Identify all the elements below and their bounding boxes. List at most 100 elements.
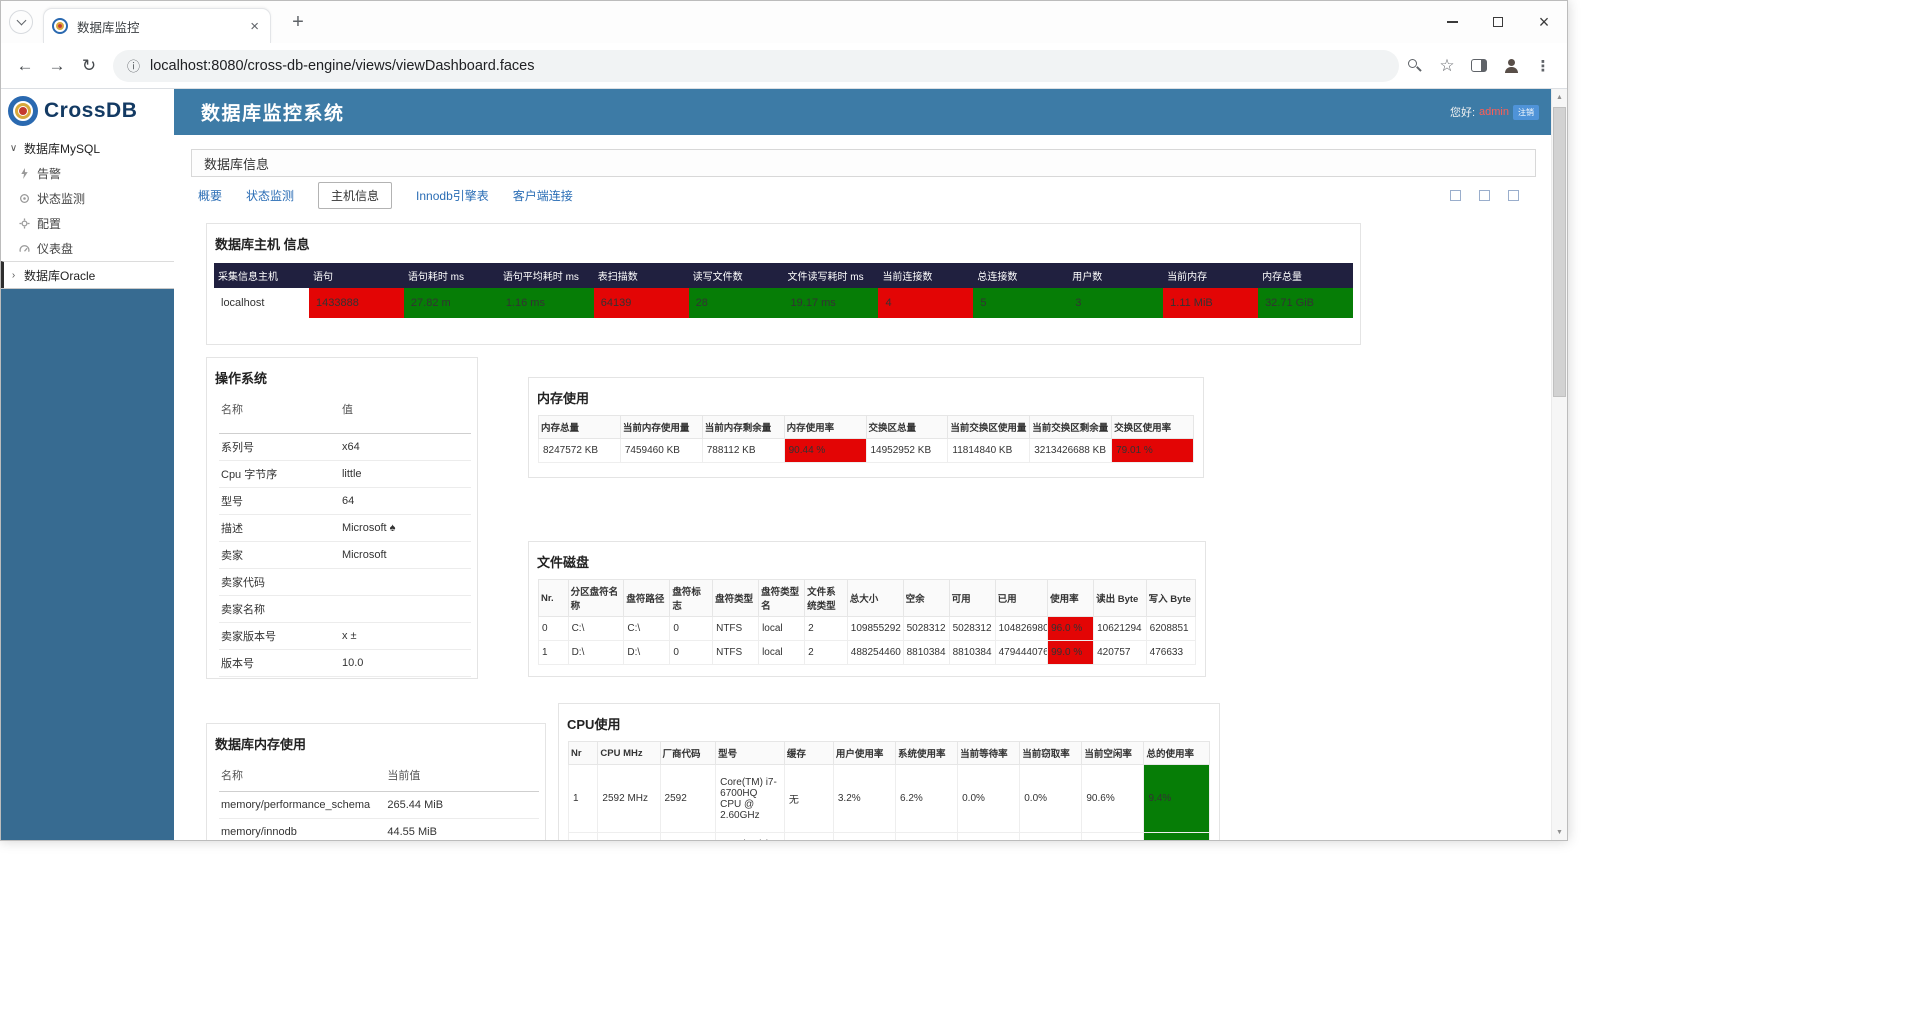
back-button[interactable]: ← (9, 56, 41, 76)
column-header: 使用率 (1048, 580, 1094, 617)
refresh-button[interactable]: ↻ (73, 56, 105, 76)
window-maximize-button[interactable] (1475, 1, 1521, 43)
side-panel-icon[interactable] (1463, 50, 1495, 82)
column-header: 写入 Byte (1146, 580, 1195, 617)
sidebar-item-dashboard[interactable]: 仪表盘 (1, 236, 174, 261)
value-cell: 6208851 (1146, 617, 1195, 641)
info-bar-title: 数据库信息 (204, 154, 269, 173)
value-cell: little (340, 461, 471, 488)
host-cell: localhost (214, 288, 309, 318)
sidebar-item-alert[interactable]: 告警 (1, 161, 174, 186)
page-scrollbar[interactable]: ▲ ▼ (1551, 89, 1567, 840)
column-header: 当前等待率 (958, 742, 1020, 765)
value-cell: D:\ (624, 641, 670, 665)
sidebar-item-config[interactable]: 配置 (1, 211, 174, 236)
sidebar-group-label: 数据库Oracle (24, 267, 95, 284)
value-cell: 8810384 (949, 641, 995, 665)
column-header: 盘符路径 (624, 580, 670, 617)
bookmark-star-icon[interactable]: ☆ (1431, 50, 1463, 82)
username: admin (1479, 106, 1509, 118)
table-row: 卖家代码 (219, 569, 471, 596)
table-row: 8247572 KB 7459460 KB 788112 KB 90.44 % … (539, 439, 1194, 463)
table-row: localhost 1433888 27.82 m 1.16 ms 64139 … (214, 288, 1353, 318)
sidebar-group-mysql[interactable]: ∨ 数据库MySQL (1, 135, 174, 161)
name-cell: 卖家名称 (219, 596, 340, 623)
panel-control-icon-1[interactable] (1450, 190, 1461, 201)
value-cell: Microsoft ♠ (340, 515, 471, 542)
tab-client-connections[interactable]: 客户端连接 (513, 187, 573, 204)
column-header: 型号 (716, 742, 785, 765)
tab-host-info[interactable]: 主机信息 (318, 182, 392, 209)
column-header: 值 (340, 395, 471, 434)
tab-status-monitor[interactable]: 状态监测 (246, 187, 294, 204)
value-cell: 7459460 KB (620, 439, 702, 463)
section-title: 数据库内存使用 (207, 724, 545, 761)
scrollbar-down-arrow[interactable]: ▼ (1552, 824, 1567, 840)
browser-tab[interactable]: 数据库监控 × (43, 8, 271, 43)
value-cell: 10.0 (340, 650, 471, 677)
column-header: 当前内存剩余量 (702, 416, 784, 439)
browser-menu-icon[interactable]: ⋮ (1527, 50, 1559, 82)
window-close-button[interactable]: × (1521, 1, 1567, 43)
table-row: 卖家Microsoft (219, 542, 471, 569)
column-header: 当前连接数 (878, 263, 973, 288)
value-cell: 2592 MHz (598, 765, 660, 833)
value-cell (895, 833, 957, 841)
tab-close-icon[interactable]: × (247, 18, 262, 35)
gauge-icon (19, 243, 30, 254)
metric-cell: 3 (1068, 288, 1163, 318)
table-header-row: 采集信息主机 语句 语句耗时 ms 语句平均耗时 ms 表扫描数 读写文件数 文… (214, 263, 1353, 288)
address-bar[interactable]: ⓘ localhost:8080/cross-db-engine/views/v… (113, 50, 1399, 82)
value-cell: 8810384 (903, 641, 949, 665)
column-header: 语句耗时 ms (404, 263, 499, 288)
cpu-table: Nr CPU MHz 厂商代码 型号 缓存 用户使用率 系统使用率 当前等待率 … (568, 741, 1210, 840)
sidebar-group-oracle[interactable]: › 数据库Oracle (1, 261, 174, 288)
sidebar-item-status-monitor[interactable]: 状态监测 (1, 186, 174, 211)
scrollbar-up-arrow[interactable]: ▲ (1552, 89, 1567, 105)
page-content: 数据库信息 概要 状态监测 主机信息 Innodb引擎表 客户端连接 (174, 135, 1551, 840)
db-memory-table: 名称 当前值 memory/performance_schema265.44 M… (219, 761, 539, 840)
panel-control-icon-3[interactable] (1508, 190, 1519, 201)
table-row: 系列号x64 (219, 434, 471, 461)
column-header: 当前交换区剩余量 (1030, 416, 1112, 439)
panel-tabs: 概要 状态监测 主机信息 Innodb引擎表 客户端连接 (198, 181, 1537, 209)
name-cell: 版本号 (219, 650, 340, 677)
value-cell: 3213426688 KB (1030, 439, 1112, 463)
profile-avatar-icon[interactable] (1495, 50, 1527, 82)
value-cell: NTFS (713, 641, 759, 665)
panel-control-icon-2[interactable] (1479, 190, 1490, 201)
new-tab-button[interactable]: + (285, 11, 311, 34)
target-icon (19, 193, 30, 204)
forward-button[interactable]: → (41, 56, 73, 76)
window-minimize-button[interactable] (1429, 1, 1475, 43)
name-cell: 系列号 (219, 434, 340, 461)
column-header: 厂商代码 (660, 742, 716, 765)
zoom-icon[interactable] (1399, 50, 1431, 82)
column-header: 盘符类型 (713, 580, 759, 617)
tab-search-button[interactable] (9, 10, 33, 34)
logout-button[interactable]: 注销 (1513, 105, 1539, 120)
usage-cell: 99.0 % (1048, 641, 1094, 665)
name-cell: 型号 (219, 488, 340, 515)
value-cell (598, 833, 660, 841)
section-title: 文件磁盘 (529, 542, 1205, 579)
tab-innodb-tables[interactable]: Innodb引擎表 (416, 187, 489, 204)
value-cell: 0 (539, 617, 569, 641)
column-header: 采集信息主机 (214, 263, 309, 288)
close-icon: × (1539, 13, 1550, 31)
table-row: 型号64 (219, 488, 471, 515)
tab-overview[interactable]: 概要 (198, 187, 222, 204)
column-header: 交换区使用率 (1112, 416, 1194, 439)
scrollbar-thumb[interactable] (1553, 107, 1566, 397)
name-cell: memory/performance_schema (219, 792, 385, 819)
value-cell (1082, 833, 1144, 841)
site-info-icon[interactable]: ⓘ (127, 56, 140, 75)
value-cell: 3.2% (833, 765, 895, 833)
info-bar: 数据库信息 (191, 149, 1536, 177)
metric-cell: 27.82 m (404, 288, 499, 318)
value-cell: 6.2% (895, 765, 957, 833)
column-header: 交换区总量 (866, 416, 948, 439)
metric-cell: 32.71 GiB (1258, 288, 1353, 318)
value-cell: 2 (805, 641, 848, 665)
user-area: 您好: admin 注销 (1450, 104, 1539, 120)
